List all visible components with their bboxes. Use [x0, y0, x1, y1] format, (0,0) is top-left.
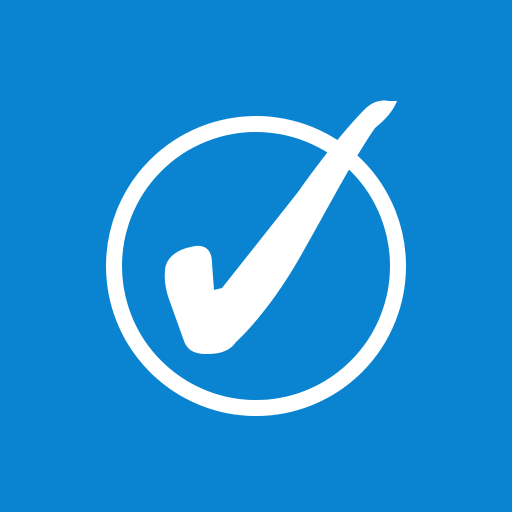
check-circle-icon [0, 0, 512, 512]
app-icon-tile [0, 0, 512, 512]
